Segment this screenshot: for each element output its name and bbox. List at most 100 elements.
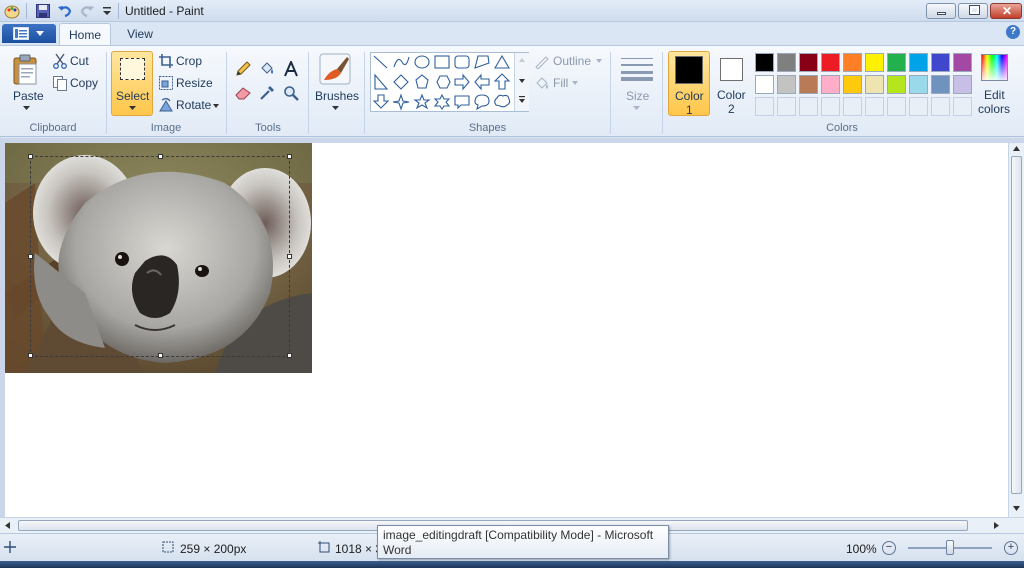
palette-swatch[interactable] — [799, 75, 818, 94]
rotate-label: Rotate — [176, 98, 212, 112]
help-icon[interactable]: ? — [1006, 25, 1020, 39]
color1-swatch — [675, 56, 703, 84]
palette-swatch[interactable] — [931, 75, 950, 94]
group-separator — [662, 52, 663, 134]
resize-handle[interactable] — [158, 353, 163, 358]
palette-swatch[interactable] — [887, 75, 906, 94]
paint-app-icon[interactable] — [4, 3, 20, 19]
eraser-tool[interactable] — [232, 82, 254, 104]
resize-handle[interactable] — [287, 154, 292, 159]
minimize-button[interactable] — [926, 3, 956, 19]
selection-size-text: 259 × 200px — [180, 542, 247, 556]
color1-button[interactable]: Color 1 — [668, 51, 710, 117]
custom-color-slot[interactable] — [777, 97, 796, 116]
palette-swatch[interactable] — [777, 53, 796, 72]
magnifier-icon — [284, 86, 299, 101]
palette-swatch[interactable] — [887, 53, 906, 72]
custom-color-slot[interactable] — [843, 97, 862, 116]
custom-color-slot[interactable] — [799, 97, 818, 116]
group-separator — [226, 52, 227, 134]
zoom-in-button[interactable]: + — [1004, 541, 1018, 555]
palette-swatch[interactable] — [909, 53, 928, 72]
palette-swatch[interactable] — [931, 53, 950, 72]
undo-icon[interactable] — [57, 3, 73, 19]
window-title: Untitled - Paint — [125, 4, 204, 18]
eraser-icon — [235, 87, 251, 100]
fill-tool[interactable] — [256, 58, 278, 80]
scroll-right-icon[interactable] — [994, 522, 999, 529]
palette-swatch[interactable] — [755, 53, 774, 72]
resize-button[interactable]: Resize — [158, 75, 213, 93]
palette-swatch[interactable] — [909, 75, 928, 94]
color2-button[interactable]: Color 2 — [711, 51, 753, 116]
paste-button[interactable]: Paste — [6, 51, 46, 116]
custom-color-slot[interactable] — [887, 97, 906, 116]
palette-swatch[interactable] — [755, 75, 774, 94]
palette-swatch[interactable] — [843, 53, 862, 72]
outline-button[interactable]: Outline — [534, 53, 604, 71]
vertical-scrollbar[interactable] — [1008, 143, 1024, 517]
paint-menu-button[interactable] — [2, 24, 56, 43]
palette-swatch[interactable] — [799, 53, 818, 72]
custom-color-slot[interactable] — [909, 97, 928, 116]
restore-button[interactable] — [958, 3, 988, 19]
resize-handle[interactable] — [158, 154, 163, 159]
palette-swatch[interactable] — [777, 75, 796, 94]
cut-button[interactable]: Cut — [52, 53, 100, 71]
fill-button[interactable]: Fill — [534, 75, 584, 93]
group-separator — [106, 52, 107, 134]
resize-handle[interactable] — [28, 154, 33, 159]
chevron-down-icon — [572, 81, 578, 85]
resize-handle[interactable] — [28, 254, 33, 259]
copy-button[interactable]: Copy — [52, 75, 102, 93]
palette-swatch[interactable] — [821, 53, 840, 72]
size-button[interactable]: Size — [616, 51, 658, 116]
text-tool[interactable] — [280, 58, 302, 80]
select-button[interactable]: Select — [111, 51, 153, 116]
magnifier-tool[interactable] — [280, 82, 302, 104]
crop-icon — [159, 54, 173, 68]
palette-swatch[interactable] — [865, 75, 884, 94]
edit-colors-label-line1: Edit — [984, 88, 1005, 102]
scroll-down-icon[interactable] — [1013, 506, 1020, 511]
group-separator — [364, 52, 365, 134]
tab-home[interactable]: Home — [59, 23, 111, 45]
custom-color-slot[interactable] — [821, 97, 840, 116]
custom-color-slot[interactable] — [931, 97, 950, 116]
pencil-tool[interactable] — [232, 58, 254, 80]
drawing-canvas[interactable] — [5, 143, 1008, 517]
custom-color-slot[interactable] — [755, 97, 774, 116]
close-button[interactable]: ✕ — [990, 3, 1022, 19]
resize-handle[interactable] — [287, 254, 292, 259]
palette-swatch[interactable] — [821, 75, 840, 94]
brushes-button[interactable]: Brushes — [313, 51, 359, 116]
zoom-out-button[interactable]: − — [882, 541, 896, 555]
rotate-button[interactable]: Rotate — [158, 97, 222, 115]
palette-swatch[interactable] — [843, 75, 862, 94]
redo-icon[interactable] — [79, 3, 95, 19]
palette-swatch[interactable] — [865, 53, 884, 72]
custom-color-slot[interactable] — [865, 97, 884, 116]
crop-button[interactable]: Crop — [158, 53, 208, 71]
customize-dropdown-icon[interactable] — [99, 3, 115, 19]
palette-swatch[interactable] — [953, 75, 972, 94]
custom-color-slot[interactable] — [953, 97, 972, 116]
triangle-shape-icon — [494, 54, 510, 69]
color-picker-icon — [260, 86, 274, 100]
tab-view[interactable]: View — [116, 23, 164, 45]
scroll-left-icon[interactable] — [5, 522, 10, 529]
canvas-size-icon — [318, 541, 330, 553]
scroll-up-icon[interactable] — [1013, 146, 1020, 151]
right-triangle-shape-icon — [374, 73, 389, 90]
vertical-scroll-thumb[interactable] — [1011, 156, 1022, 494]
edit-colors-button[interactable]: Edit colors — [975, 51, 1015, 116]
shapes-scrollbar[interactable] — [514, 53, 529, 111]
color-picker-tool[interactable] — [256, 82, 278, 104]
resize-handle[interactable] — [28, 353, 33, 358]
oval-callout-shape-icon — [474, 94, 490, 111]
resize-handle[interactable] — [287, 353, 292, 358]
save-icon[interactable] — [35, 3, 51, 19]
zoom-slider-thumb[interactable] — [946, 540, 954, 555]
palette-swatch[interactable] — [953, 53, 972, 72]
selection-rectangle[interactable] — [28, 154, 292, 358]
